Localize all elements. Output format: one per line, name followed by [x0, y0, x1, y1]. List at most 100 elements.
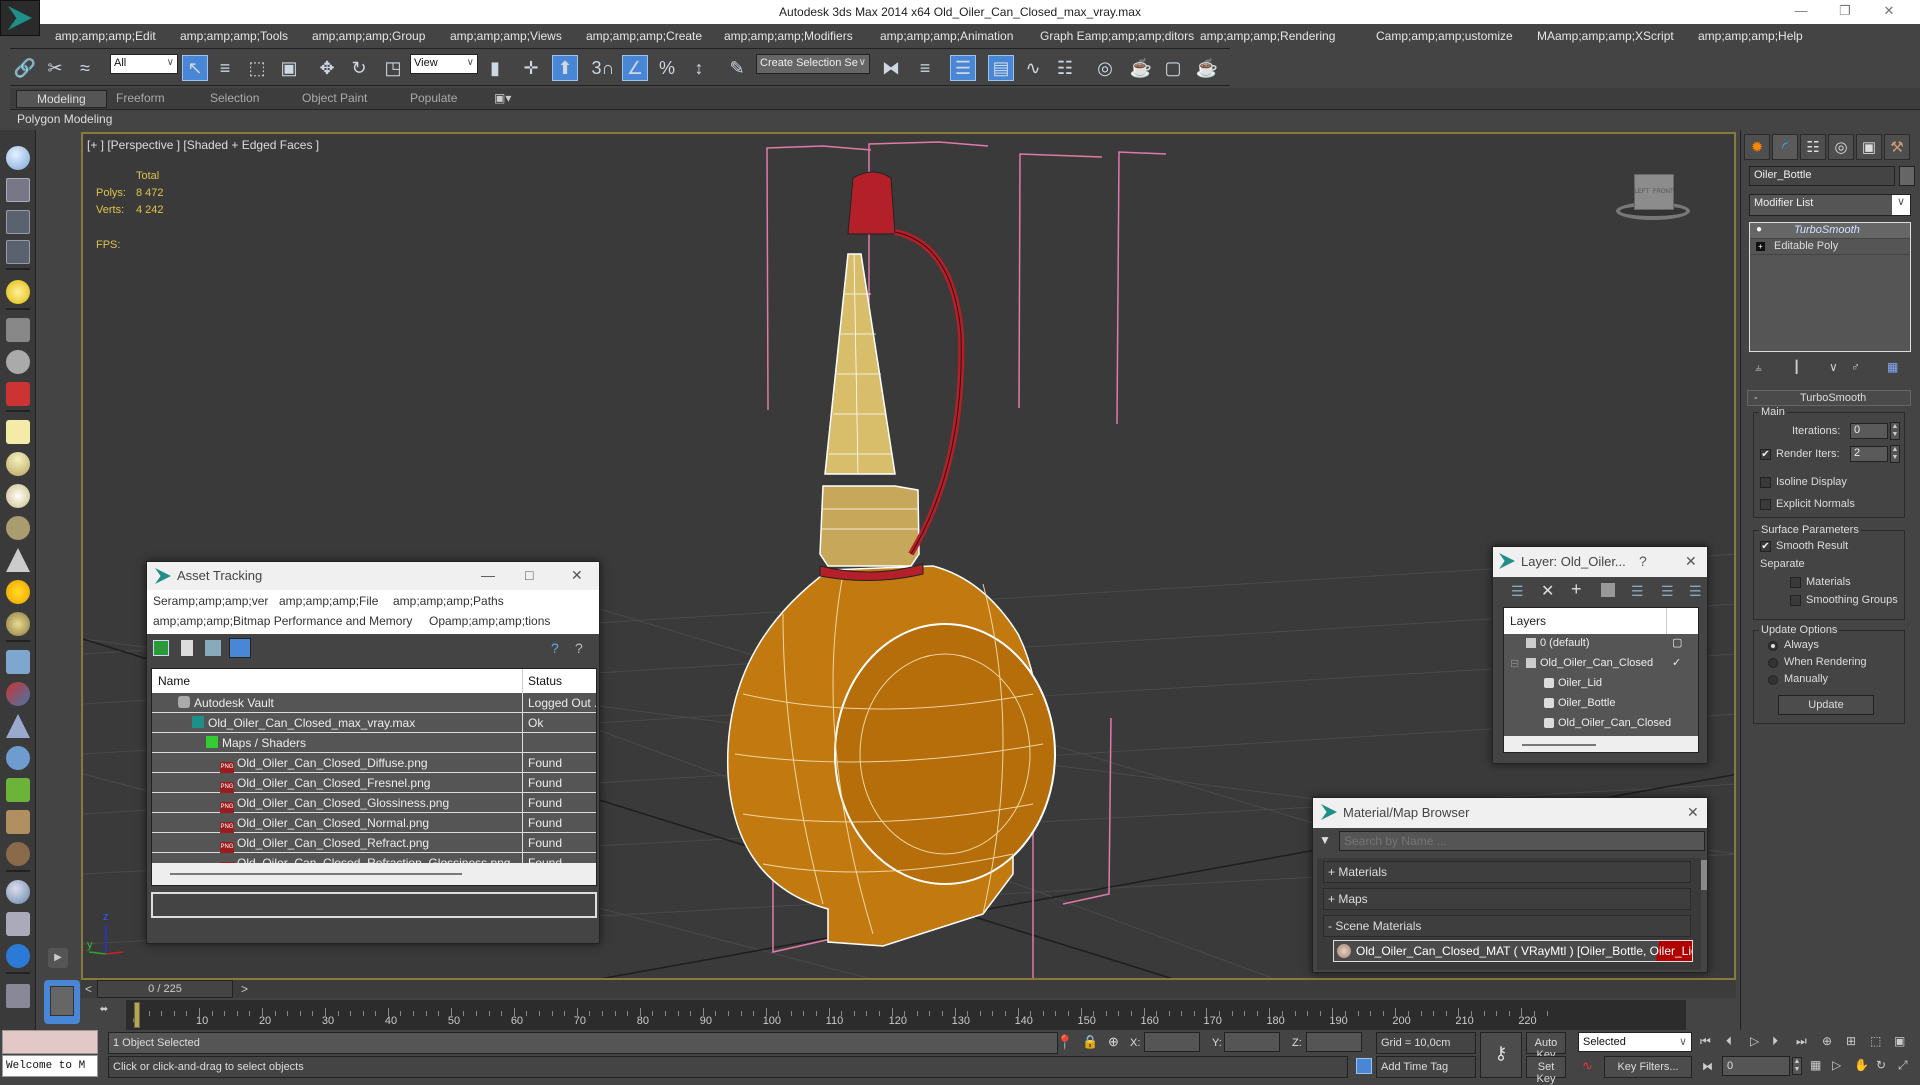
spinner-snap-icon[interactable]: ↕ [686, 55, 712, 81]
go-to-end-icon[interactable]: ⏭ [1796, 1034, 1807, 1049]
z-coordinate-field[interactable] [1306, 1032, 1362, 1052]
maxscript-mini-listener[interactable] [2, 1030, 98, 1054]
current-layer-check-icon[interactable]: ✓ [1672, 656, 1681, 669]
column-name[interactable]: Name [158, 674, 190, 688]
bind-space-warp-icon[interactable]: ≈ [72, 55, 98, 81]
menu-bitmap-performance[interactable]: amp;amp;amp;Bitmap Performance and Memor… [153, 614, 412, 628]
next-frame-icon[interactable]: ⏵ [1772, 1034, 1778, 1049]
stack-item-turbosmooth[interactable]: ● TurboSmooth [1750, 223, 1910, 239]
menu-views[interactable]: amp;amp;amp;Views [450, 29, 562, 43]
asset-path-field[interactable] [151, 892, 597, 918]
window-crossing-icon[interactable]: ▣ [276, 55, 302, 81]
layers-column-label[interactable]: Layers [1510, 614, 1546, 628]
material-editor-icon[interactable]: ◎ [1092, 55, 1118, 81]
time-tag-icon[interactable] [1356, 1058, 1372, 1074]
asset-row[interactable]: Maps / Shaders [152, 733, 596, 753]
time-config-icon[interactable]: ▦ [1810, 1058, 1821, 1072]
update-button[interactable]: Update [1778, 695, 1874, 715]
render-frame-icon[interactable] [6, 178, 30, 202]
menu-file[interactable]: amp;amp;amp;File [279, 594, 378, 608]
separate-smoothing-groups-checkbox[interactable] [1790, 595, 1801, 606]
tower-icon[interactable] [6, 714, 30, 738]
menu-tools[interactable]: amp;amp;amp;Tools [180, 29, 288, 43]
select-objects-icon[interactable] [1601, 583, 1615, 597]
asset-row[interactable]: Autodesk Vault Logged Out .. [152, 693, 596, 713]
freeze-all-icon[interactable]: ☰ [1689, 583, 1702, 600]
material-browser-titlebar[interactable]: Material/Map Browser ✕ [1313, 798, 1707, 828]
asset-row[interactable]: PNG Old_Oiler_Can_Closed_Fresnel.png Found [152, 773, 596, 793]
render-setup-icon[interactable]: ☕ [1128, 55, 1154, 81]
select-by-name-icon[interactable]: ≡ [212, 55, 238, 81]
edit-named-selection-icon[interactable]: ✎ [724, 55, 750, 81]
layer-object-row[interactable]: Oiler_Lid [1504, 674, 1698, 694]
named-selection-dropdown[interactable]: Create Selection Se ∨ [756, 54, 870, 74]
table-view-icon[interactable] [229, 638, 251, 658]
close-button[interactable]: ✕ [1874, 3, 1904, 21]
maximize-button[interactable]: □ [525, 567, 533, 583]
scale-icon[interactable]: ◳ [380, 55, 406, 81]
camera-dome-icon[interactable] [6, 350, 30, 374]
schematic-view-icon[interactable]: ☷ [1052, 55, 1078, 81]
light-bulb-icon[interactable] [6, 280, 30, 304]
zoom-all-icon[interactable]: ⊞ [1846, 1034, 1856, 1048]
menu-create[interactable]: amp;amp;amp;Create [586, 29, 702, 43]
current-frame-spinner[interactable]: ▲ ▼ [1792, 1057, 1802, 1075]
help-inactive-icon[interactable]: ? [575, 640, 591, 656]
asset-row[interactable]: PNG Old_Oiler_Can_Closed_Diffuse.png Found [152, 753, 596, 773]
mini-curve-editor-icon[interactable]: ⬌ [92, 1004, 116, 1024]
scene-explorer-icon[interactable]: ▤ [988, 55, 1014, 81]
tab-modeling[interactable]: Modeling [16, 90, 107, 108]
ribbon-options-icon[interactable]: ▣▾ [480, 91, 525, 105]
time-prev-button[interactable]: < [85, 982, 92, 996]
unlink-icon[interactable]: ✂ [42, 55, 68, 81]
render-iters-spinner[interactable]: ▲ ▼ [1890, 445, 1900, 463]
menu-customize[interactable]: Camp;amp;amp;ustomize [1376, 29, 1513, 43]
zoom-extents-all-icon[interactable]: ▣ [1894, 1034, 1905, 1048]
absolute-mode-icon[interactable]: ⊕ [1108, 1034, 1119, 1050]
highlight-layer-icon[interactable]: ☰ [1631, 583, 1644, 600]
viewcube[interactable]: LEFT FRONT [1614, 164, 1694, 224]
auto-key-button[interactable]: Auto Key [1526, 1032, 1566, 1061]
object-name-field[interactable]: Oiler_Bottle [1749, 166, 1895, 186]
close-button[interactable]: ✕ [571, 567, 583, 584]
x-coordinate-field[interactable] [1144, 1032, 1200, 1052]
menu-edit[interactable]: amp;amp;amp;Edit [55, 29, 156, 43]
isolate-selection-icon[interactable]: 📍 [1056, 1034, 1073, 1051]
maximize-viewport-icon[interactable]: ⤢ [1898, 1058, 1908, 1073]
iterations-input[interactable]: 0 [1850, 423, 1888, 439]
current-frame-field[interactable]: 0 [1722, 1056, 1790, 1076]
particles-icon[interactable] [6, 650, 30, 674]
pin-stack-icon[interactable]: ⫨ [1755, 360, 1762, 375]
object-color-swatch[interactable] [1899, 166, 1915, 186]
select-object-icon[interactable]: ↖ [182, 55, 208, 81]
maxscript-listener-output[interactable]: Welcome to M [2, 1055, 98, 1077]
collapse-icon[interactable]: ⊟ [1510, 657, 1519, 670]
pan-hand-icon[interactable]: ✋ [1854, 1058, 1869, 1072]
document-icon[interactable] [6, 984, 30, 1008]
add-to-layer-icon[interactable]: + [1571, 579, 1582, 600]
iterations-spinner[interactable]: ▲ ▼ [1890, 422, 1900, 440]
motion-tab-icon[interactable]: ◎ [1828, 134, 1854, 160]
close-button[interactable]: ✕ [1685, 553, 1697, 570]
menu-graph-editors[interactable]: Graph Eamp;amp;amp;ditors [1040, 29, 1194, 43]
modify-tab-icon[interactable]: ◜ [1772, 134, 1798, 160]
time-slider-thumb[interactable]: 0 / 225 [97, 980, 233, 998]
asset-row[interactable]: Old_Oiler_Can_Closed_max_vray.max Ok [152, 713, 596, 733]
time-next-button[interactable]: > [241, 982, 248, 996]
layer-object-row[interactable]: Old_Oiler_Can_Closed [1504, 714, 1698, 734]
orbit-icon[interactable]: ↻ [1876, 1058, 1886, 1072]
make-current-box-icon[interactable]: ▢ [1672, 636, 1682, 649]
stack-item-editable-poly[interactable]: + Editable Poly [1750, 239, 1910, 255]
update-when-rendering-radio[interactable] [1768, 658, 1778, 668]
asset-row[interactable]: PNG Old_Oiler_Can_Closed_Normal.png Found [152, 813, 596, 833]
create-tab-icon[interactable]: ✹ [1744, 134, 1770, 160]
grid-panel-icon[interactable] [6, 240, 30, 264]
viewcube-box[interactable]: LEFT FRONT [1634, 174, 1674, 210]
render-production-icon[interactable]: ☕ [1194, 55, 1220, 81]
help-button[interactable]: ? [1639, 553, 1647, 569]
sphere-light-icon[interactable] [6, 484, 30, 508]
tab-selection[interactable]: Selection [196, 91, 273, 105]
list-view-icon[interactable] [181, 640, 193, 656]
mesh-light-icon[interactable] [6, 516, 30, 540]
curve-editor-icon[interactable]: ∿ [1020, 55, 1046, 81]
